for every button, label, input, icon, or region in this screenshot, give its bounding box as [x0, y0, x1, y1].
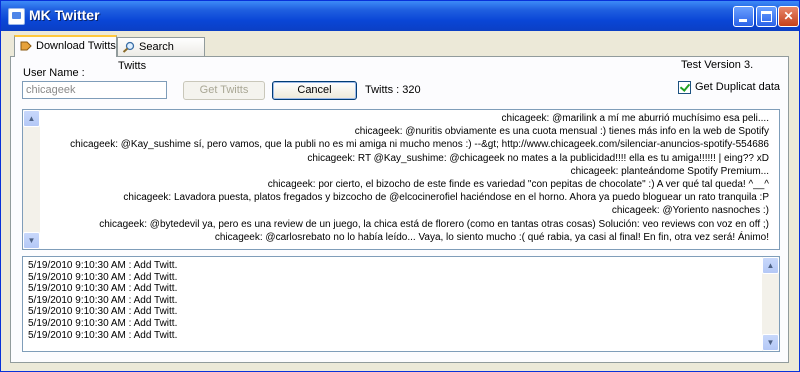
log-line: 5/19/2010 9:10:30 AM : Add Twitt. [28, 317, 178, 329]
tweet-line: chicageek: @Yoriento nasnoches :) [611, 205, 769, 217]
tab-search-twitts[interactable]: Search Twitts [117, 37, 205, 72]
scroll-down-icon[interactable]: ▼ [762, 334, 779, 351]
tweets-scrollbar[interactable]: ▲ ▼ [23, 110, 40, 249]
duplicate-checkbox[interactable] [678, 81, 691, 94]
tweet-line: chicageek: @marilink a mí me aburrió muc… [501, 113, 769, 124]
tweets-textbox[interactable]: ▲ ▼ chicageek: @marilink a mí me aburrió… [22, 109, 780, 250]
scroll-up-icon[interactable]: ▲ [762, 257, 779, 274]
tab-download-twitts[interactable]: Download Twitts [14, 35, 117, 57]
tweet-line: chicageek: planteándome Spotify Premium.… [570, 165, 769, 177]
maximize-button[interactable] [756, 6, 777, 27]
app-window: MK Twitter ✕ Download Twitts Search Twit… [0, 0, 800, 372]
search-icon [122, 41, 135, 53]
username-input[interactable] [22, 81, 167, 99]
log-list: 5/19/2010 9:10:30 AM : Add Twitt. 5/19/2… [28, 260, 177, 341]
username-label: User Name : [23, 67, 85, 79]
close-button[interactable]: ✕ [778, 6, 799, 27]
get-twitts-button[interactable]: Get Twitts [183, 81, 265, 100]
duplicate-checkbox-label: Get Duplicat data [695, 81, 780, 93]
log-scrollbar[interactable]: ▲ ▼ [762, 257, 779, 351]
log-line: 5/19/2010 9:10:30 AM : Add Twitt. [28, 306, 178, 318]
tweet-line: chicageek: por cierto, el bizocho de est… [267, 179, 769, 191]
log-line: 5/19/2010 9:10:30 AM : Add Twitt. [28, 329, 178, 341]
tweet-line: chicageek: @nuritis obviamente es una cu… [354, 126, 769, 138]
cancel-button[interactable]: Cancel [272, 81, 357, 100]
tab-label: Download Twitts [36, 40, 116, 52]
close-icon: ✕ [783, 9, 794, 23]
tweet-line: chicageek: @bytedevil ya, pero es una re… [99, 218, 769, 230]
download-icon [20, 41, 32, 51]
tweets-list: chicageek: @marilink a mí me aburrió muc… [43, 112, 779, 244]
scroll-up-icon[interactable]: ▲ [23, 110, 40, 127]
log-line: 5/19/2010 9:10:30 AM : Add Twitt. [28, 294, 178, 306]
log-textbox[interactable]: 5/19/2010 9:10:30 AM : Add Twitt. 5/19/2… [22, 256, 780, 352]
tweet-line: chicageek: @Kay_sushime sí, pero vamos, … [70, 139, 769, 151]
minimize-button[interactable] [733, 6, 754, 27]
scroll-down-icon[interactable]: ▼ [23, 232, 40, 249]
title-bar[interactable]: MK Twitter ✕ [1, 1, 799, 31]
twitts-count: Twitts : 320 [365, 84, 421, 96]
log-line: 5/19/2010 9:10:30 AM : Add Twitt. [28, 271, 178, 283]
tweet-line: chicageek: @carlosrebato no lo había leí… [214, 231, 769, 243]
app-icon [8, 8, 25, 25]
log-line: 5/19/2010 9:10:30 AM : Add Twitt. [28, 283, 178, 295]
minimize-icon [739, 19, 747, 22]
log-line: 5/19/2010 9:10:30 AM : Add Twitt. [28, 260, 178, 271]
window-title: MK Twitter [29, 7, 100, 23]
maximize-icon [761, 11, 772, 22]
tweet-line: chicageek: RT @Kay_sushime: @chicageek n… [307, 152, 769, 164]
version-label: Test Version 3. [681, 59, 754, 71]
tweet-line: chicageek: Lavadora puesta, platos frega… [123, 192, 769, 204]
